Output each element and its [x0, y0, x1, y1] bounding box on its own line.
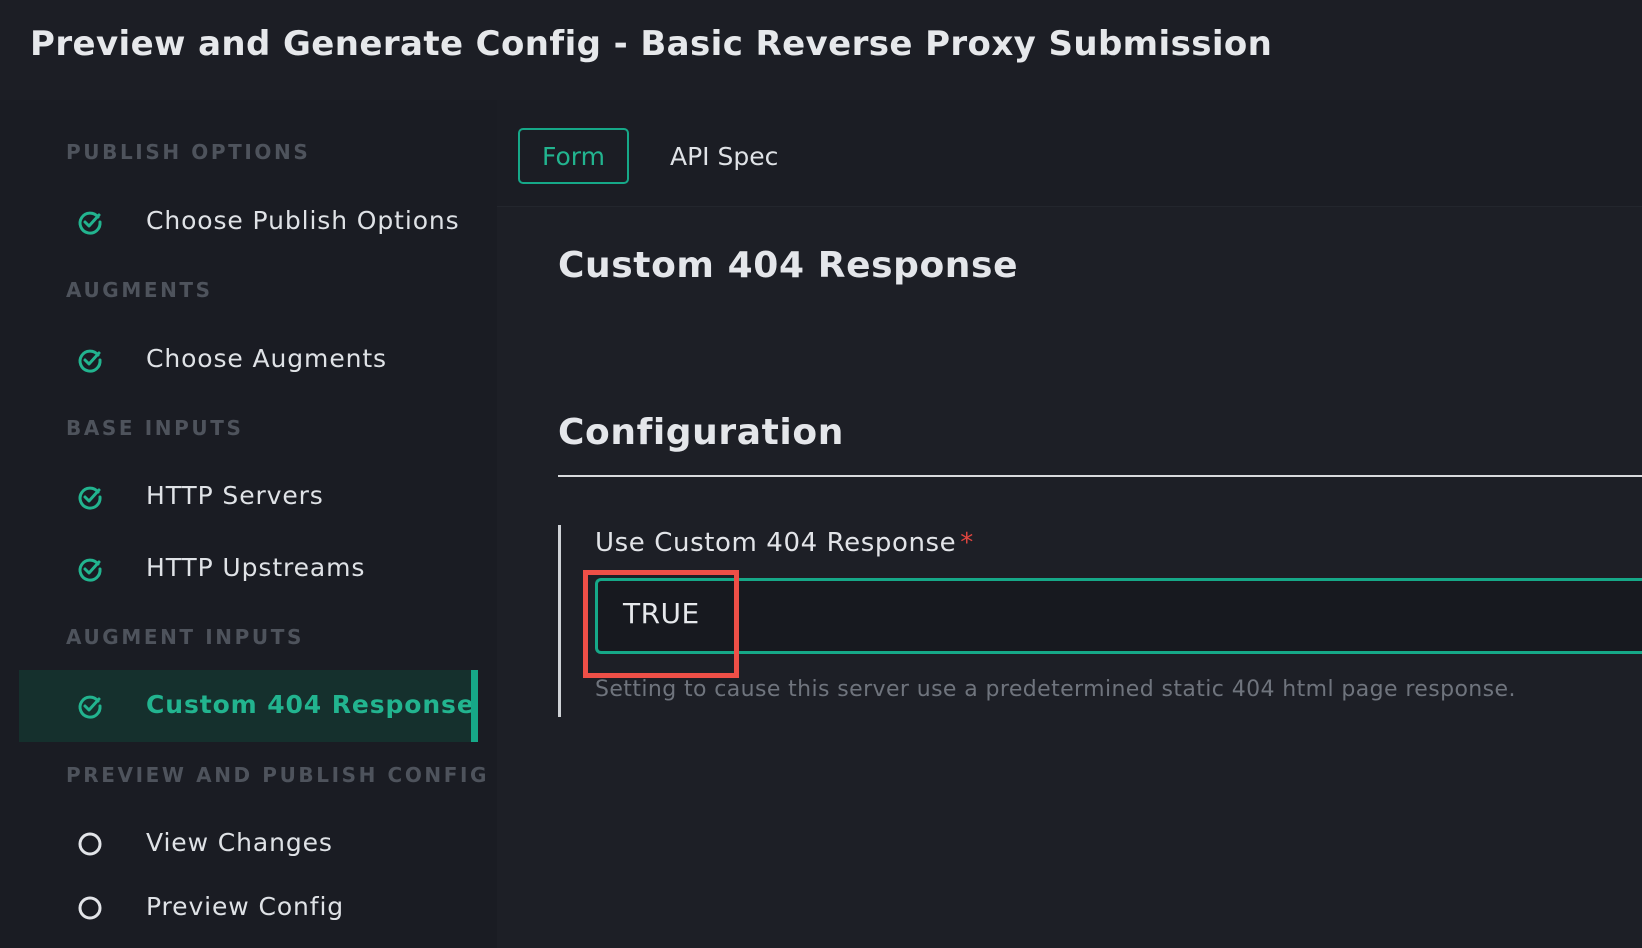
empty-circle-icon: [78, 832, 102, 856]
sidebar-item-http-servers[interactable]: HTTP Servers: [19, 461, 478, 533]
active-indicator: [471, 670, 478, 742]
sidebar-section-base-inputs: BASE INPUTS: [66, 416, 244, 440]
check-circle-icon: [78, 695, 102, 719]
sidebar-item-label: Custom 404 Response: [146, 690, 475, 719]
sidebar-item-label: HTTP Upstreams: [146, 553, 366, 582]
sidebar-section-augments: AUGMENTS: [66, 278, 213, 302]
sidebar-item-label: Preview Config: [146, 892, 345, 921]
page-title: Preview and Generate Config - Basic Reve…: [30, 24, 1273, 64]
check-circle-icon: [78, 486, 102, 510]
sidebar-item-choose-publish-options[interactable]: Choose Publish Options: [19, 186, 478, 258]
sidebar-section-augment-inputs: AUGMENT INPUTS: [66, 625, 304, 649]
use-custom-404-field-group: Use Custom 404 Response * TRUE Setting to…: [558, 525, 1642, 717]
tab-form[interactable]: Form: [518, 128, 629, 184]
sidebar-item-preview-config[interactable]: Preview Config: [19, 872, 478, 944]
section-title: Custom 404 Response: [558, 245, 1019, 286]
divider: [558, 475, 1642, 477]
sidebar-item-view-changes[interactable]: View Changes: [19, 808, 478, 880]
page-header: Preview and Generate Config - Basic Reve…: [0, 0, 1642, 100]
sidebar-item-choose-augments[interactable]: Choose Augments: [19, 324, 478, 396]
use-custom-404-input[interactable]: TRUE: [595, 578, 1642, 654]
tab-api-spec[interactable]: API Spec: [646, 128, 802, 184]
empty-circle-icon: [78, 896, 102, 920]
tab-bar: Form API Spec: [497, 100, 1642, 207]
sidebar-item-label: Choose Augments: [146, 344, 387, 373]
field-label-text: Use Custom 404 Response: [595, 528, 957, 558]
check-circle-icon: [78, 558, 102, 582]
configuration-heading: Configuration: [558, 412, 844, 453]
field-value[interactable]: TRUE: [623, 597, 700, 630]
sidebar-item-label: View Changes: [146, 828, 333, 857]
sidebar-item-custom-404-response[interactable]: Custom 404 Response: [19, 670, 478, 742]
sidebar-section-preview-and-publish-config: PREVIEW AND PUBLISH CONFIG: [66, 763, 490, 787]
check-circle-icon: [78, 349, 102, 373]
sidebar: PUBLISH OPTIONS Choose Publish Options A…: [0, 100, 497, 948]
required-indicator: *: [960, 528, 974, 558]
field-label: Use Custom 404 Response *: [595, 528, 974, 558]
field-help-text: Setting to cause this server use a prede…: [595, 677, 1516, 702]
main-content: Form API Spec Custom 404 Response Config…: [497, 100, 1642, 948]
check-circle-icon: [78, 211, 102, 235]
sidebar-section-publish-options: PUBLISH OPTIONS: [66, 140, 311, 164]
sidebar-item-label: HTTP Servers: [146, 481, 324, 510]
sidebar-item-label: Choose Publish Options: [146, 206, 460, 235]
sidebar-item-http-upstreams[interactable]: HTTP Upstreams: [19, 533, 478, 605]
